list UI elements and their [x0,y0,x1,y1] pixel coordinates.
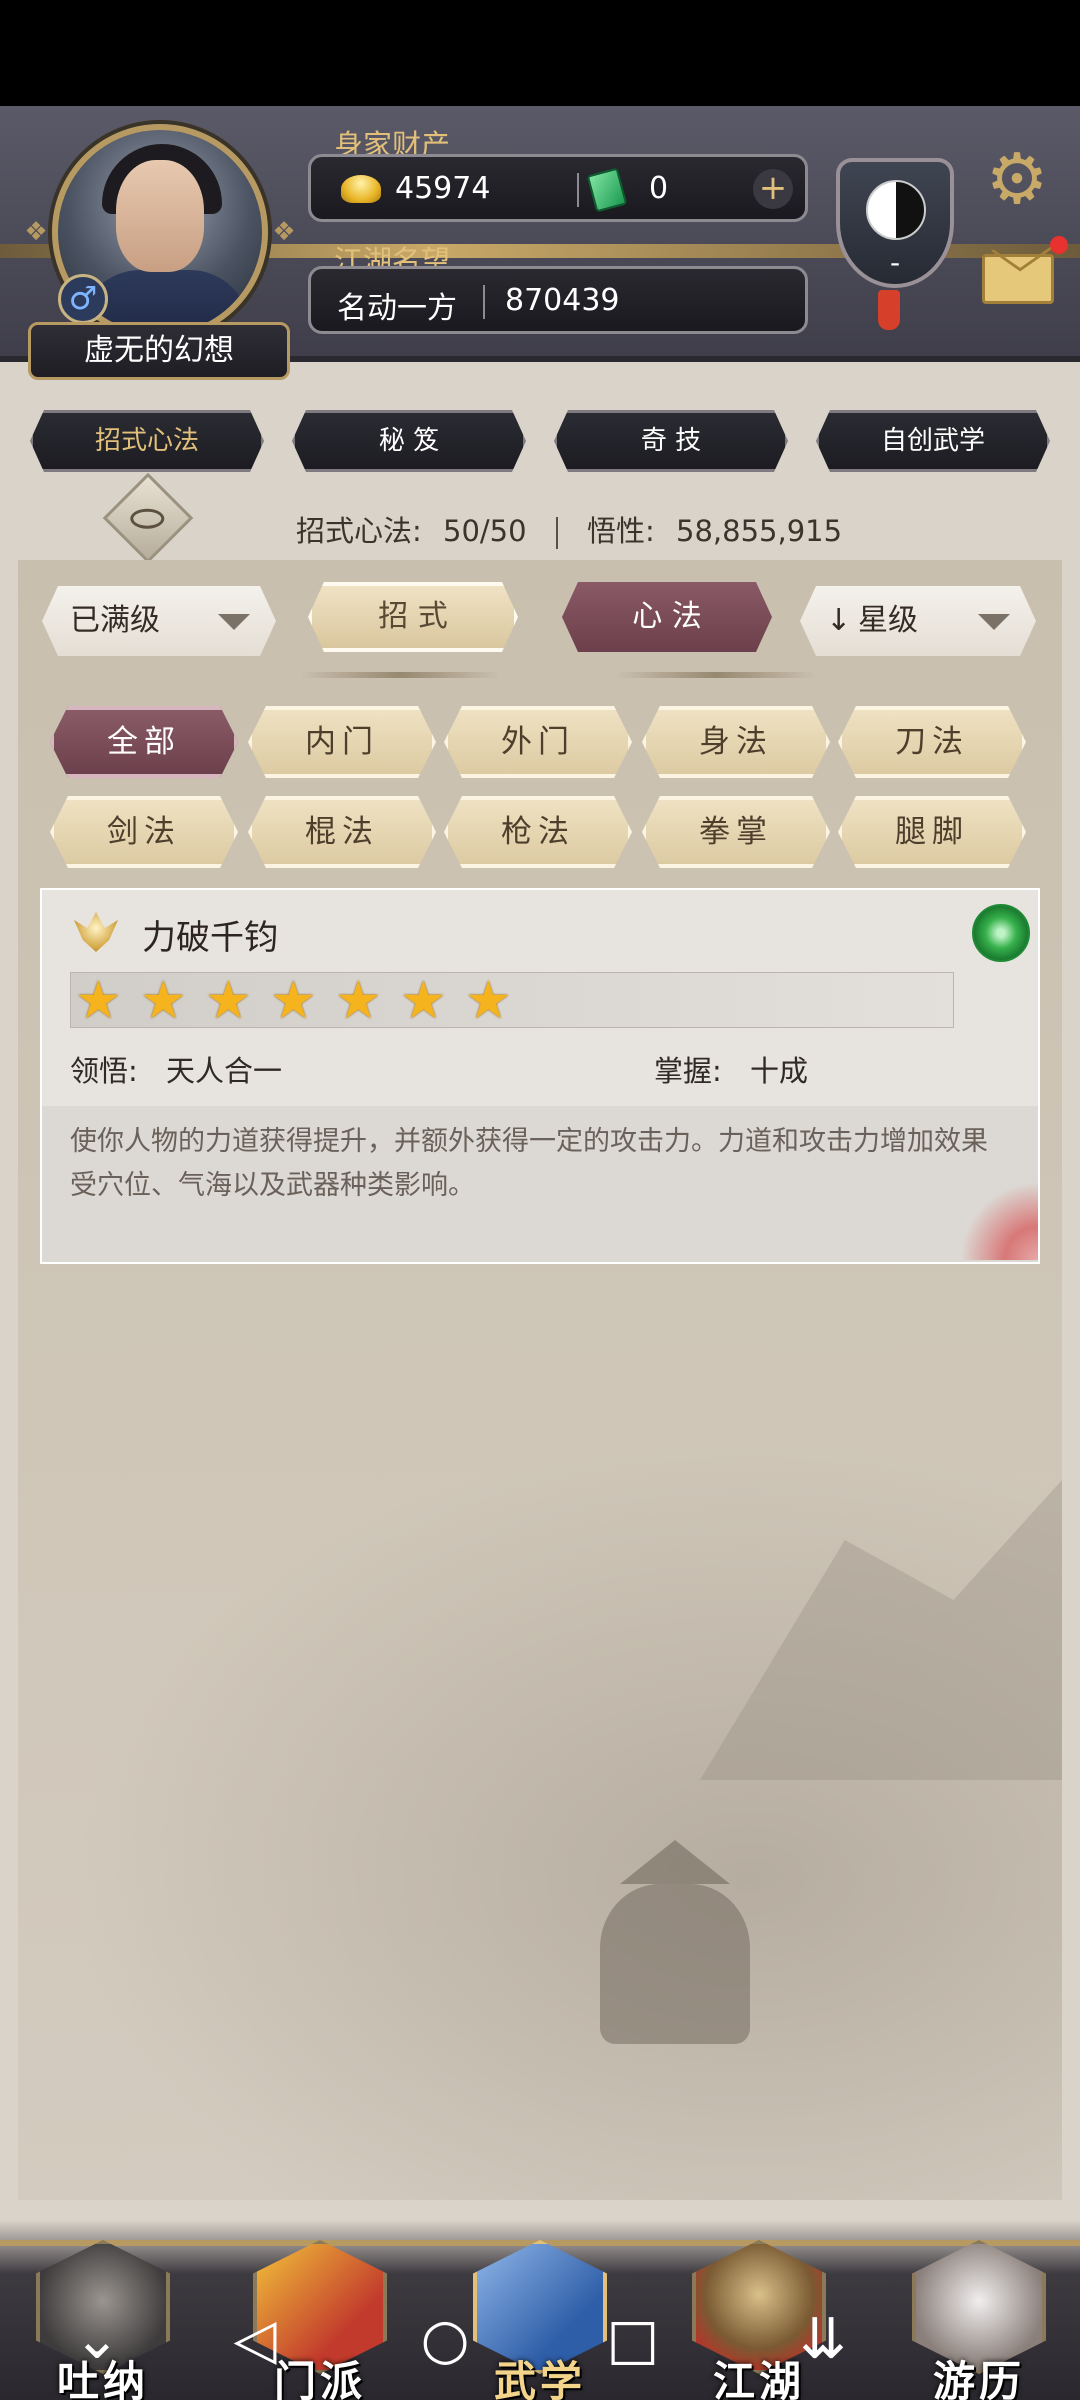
nav-travel[interactable]: 游历 [904,2232,1054,2400]
skill-description: 使你人物的力道获得提升，并额外获得一定的攻击力。力道和攻击力增加效果受穴位、气海… [70,1126,988,1201]
level-filter-dropdown[interactable]: 已满级 [42,586,276,656]
background-mist [18,1400,1062,2200]
swordsman-silhouette [560,1840,780,2060]
jade-amount: 0 [649,171,669,206]
top-tabs: 招式心法 秘 笈 奇 技 自创武学 [0,410,1080,480]
gear-icon[interactable]: ⚙ [982,144,1052,214]
star-icon: ★ [140,971,187,1031]
star-icon: ★ [465,971,512,1031]
jade-icon [586,167,628,213]
filter-inner[interactable]: 内门 [248,706,436,778]
eye-icon[interactable] [102,472,194,564]
comprehension-label: 领悟: [70,1054,138,1088]
rank-badge[interactable]: - [836,158,954,288]
filter-all[interactable]: 全部 [50,706,238,778]
star-icon: ★ [270,971,317,1031]
chevron-down-icon [978,614,1010,630]
ornament-left-icon: ❖ [24,217,48,247]
star-icon: ★ [400,971,447,1031]
insight-label: 悟性: [587,514,655,548]
back-icon[interactable]: ◁ [220,2310,290,2370]
nav-martial-arts-label: 武学 [493,2357,586,2400]
tassel-icon [878,290,900,330]
nav-travel-label: 游历 [932,2357,1025,2400]
ornament-right-icon: ❖ [272,217,296,247]
chevron-down-icon[interactable]: ⌄ [62,2310,132,2370]
player-name: 虚无的幻想 [28,322,290,380]
jade-swirl-icon [972,904,1030,962]
skill-name: 力破千钧 [142,918,278,958]
sort-arrow-icon: ↓ [826,603,852,638]
envelope-icon[interactable] [982,254,1054,304]
filter-spear[interactable]: 枪法 [444,796,632,868]
filter-sword[interactable]: 剑法 [50,796,238,868]
filter-staff[interactable]: 棍法 [248,796,436,868]
gender-male-icon: ♂ [58,274,108,324]
filter-fist[interactable]: 拳掌 [642,796,830,868]
nav-martial-arts[interactable]: 武学 [465,2232,615,2400]
recent-apps-icon[interactable]: □ [598,2310,668,2370]
star-icon: ★ [335,971,382,1031]
insight-value: 58,855,915 [676,514,843,548]
gold-ingot-icon [341,175,381,203]
home-icon[interactable]: ○ [410,2310,480,2370]
taiji-icon [866,180,926,240]
chevron-down-icon [218,614,250,630]
segment-mind-button[interactable]: 心 法 [562,582,772,652]
mastery-value: 十成 [750,1054,809,1088]
fame-title: 名动一方 [337,291,457,326]
notification-dot [1050,236,1068,254]
segment-moves-button[interactable]: 招 式 [308,582,518,652]
ox-head-icon [74,912,118,952]
add-currency-button[interactable]: + [753,169,793,209]
cloud-ornament [962,1180,1038,1260]
comprehension-value: 天人合一 [166,1054,283,1088]
filter-blade[interactable]: 刀法 [838,706,1026,778]
tab-self-created[interactable]: 自创武学 [816,410,1050,472]
tab-special-skill[interactable]: 奇 技 [554,410,788,472]
gold-amount: 45974 [395,171,491,206]
star-rating: ★ ★ ★ ★ ★ ★ ★ [70,972,954,1028]
divider-ornament [300,672,500,678]
sort-dropdown[interactable]: ↓ 星级 [800,586,1036,656]
filter-leg[interactable]: 腿脚 [838,796,1026,868]
sort-value: 星级 [858,603,918,638]
star-icon: ★ [75,971,122,1031]
skills-count-value: 50/50 [443,514,527,548]
skill-card[interactable]: 力破千钧 ★ ★ ★ ★ ★ ★ ★ 领悟: 天人合一 掌握: 十成 使你人物的力道获得提升… [40,888,1040,1264]
level-filter-value: 已满级 [70,603,160,638]
fame-bar: 名动一方 870439 [308,266,808,334]
tab-moves-mind[interactable]: 招式心法 [30,410,264,472]
filter-outer[interactable]: 外门 [444,706,632,778]
skills-count-label: 招式心法: [296,514,422,548]
menu-icon[interactable]: ⇊ [788,2310,858,2370]
rank-badge-text: - [889,246,901,279]
mastery-label: 掌握: [654,1054,722,1088]
star-icon: ★ [205,971,252,1031]
divider-ornament [616,672,816,678]
stats-row: 招式心法: 50/50 悟性: 58,855,915 [296,508,843,549]
filter-movement[interactable]: 身法 [642,706,830,778]
fame-value: 870439 [505,283,620,318]
status-bar [0,0,1080,106]
currency-bar: 45974 0 + [308,154,808,222]
tab-secret-manual[interactable]: 秘 笈 [292,410,526,472]
